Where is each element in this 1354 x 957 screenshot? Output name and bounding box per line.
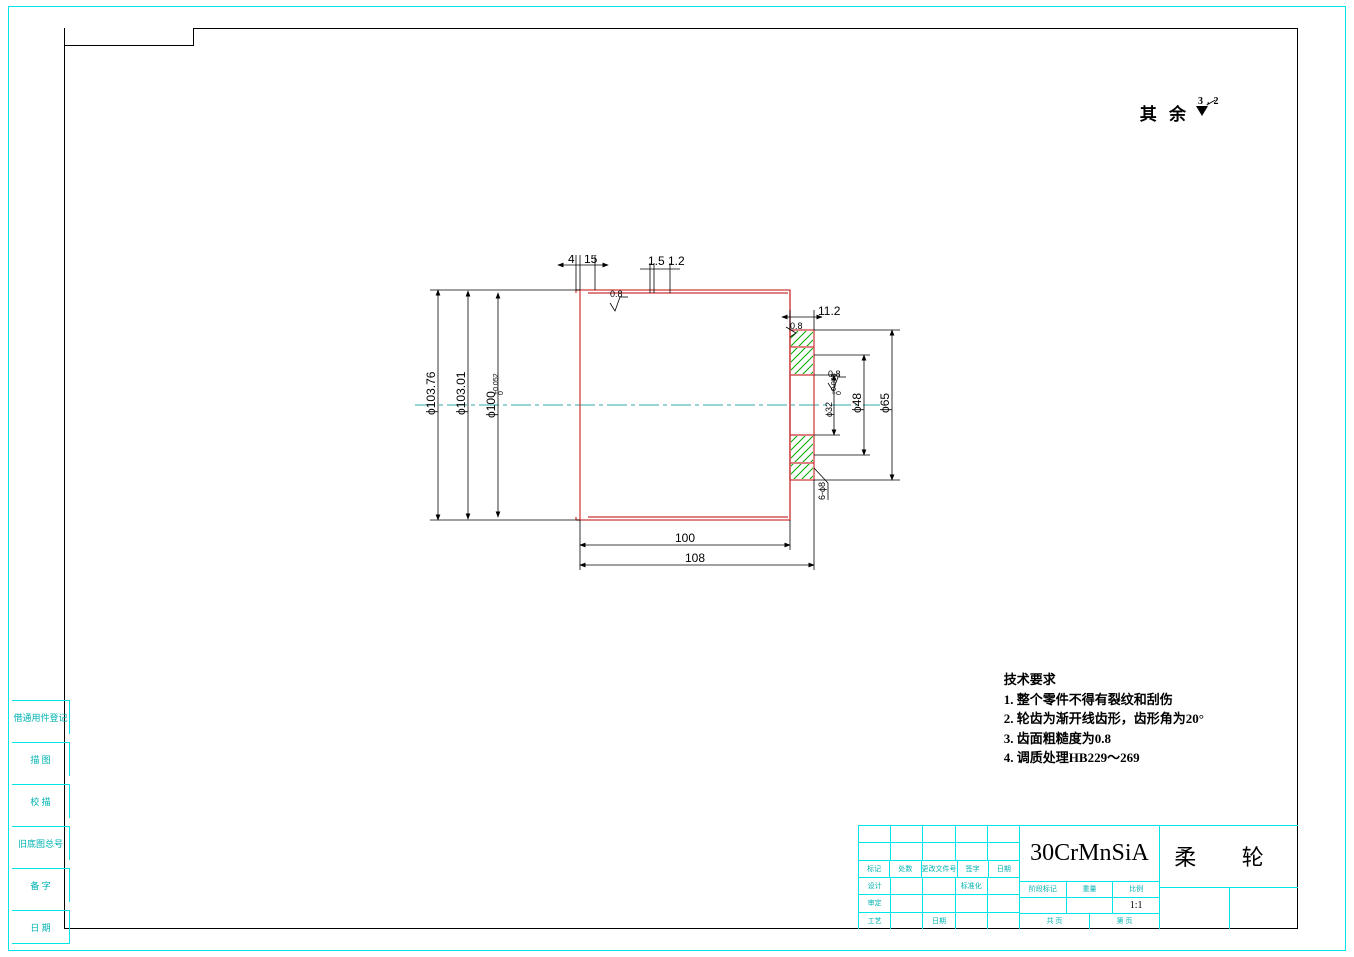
- tb-mid: 阶段标记: [1020, 882, 1067, 897]
- tb-cell: 更改文件号: [922, 861, 958, 877]
- rev-label: 描 图: [12, 742, 70, 776]
- surface-finish-note: 其 余 3.2: [1140, 100, 1214, 125]
- material: 30CrMnSiA: [1020, 826, 1159, 882]
- rev-label: 日 期: [12, 910, 70, 944]
- top-tab: [64, 28, 194, 46]
- scale-ratio: 1:1: [1113, 898, 1159, 913]
- dim: 15: [584, 255, 598, 266]
- tb-mid: 比例: [1113, 882, 1159, 897]
- tech-item: 2. 轮齿为渐开线齿形，齿形角为20°: [1004, 709, 1204, 729]
- tb-cell: 日期: [989, 861, 1019, 877]
- surf-val: 0.8: [610, 289, 623, 299]
- rev-label: 借通用件登记: [12, 700, 70, 734]
- tb-mid: 第 页: [1090, 914, 1159, 929]
- dim: 108: [685, 551, 705, 565]
- tb-cell: 工艺: [859, 913, 891, 929]
- tb-mid: 共 页: [1020, 914, 1090, 929]
- tol: 0: [836, 391, 843, 395]
- tech-item: 4. 调质处理HB229～269: [1004, 748, 1204, 768]
- tech-item: 3. 齿面粗糙度为0.8: [1004, 729, 1204, 749]
- surface-symbol-icon: 3.2: [1196, 104, 1214, 122]
- surf-val: 0.8: [790, 321, 803, 331]
- engineering-drawing: 4 15 1.5 1.2 11.2 0.8 0.8 0.8 ϕ103.76 ϕ1…: [370, 255, 930, 605]
- tb-cell: 设计: [859, 878, 891, 894]
- dim: 100: [675, 531, 695, 545]
- part-name: 柔 轮: [1160, 826, 1298, 888]
- tb-cell: 日期: [923, 913, 955, 929]
- revision-column: 借通用件登记 描 图 校 描 旧底图总号 备 字 日 期: [12, 700, 70, 944]
- title-block: 标记 处数 更改文件号 签字 日期 设计 标准化 审定 工艺 日期: [858, 825, 1298, 929]
- tol: 0: [498, 391, 505, 395]
- dim: 1.5: [648, 255, 665, 268]
- tb-mid: 重量: [1067, 882, 1114, 897]
- tb-cell: 标记: [859, 861, 890, 877]
- rev-label: 校 描: [12, 784, 70, 818]
- tb-cell: 处数: [890, 861, 921, 877]
- dim: ϕ65: [878, 393, 892, 413]
- rev-label: 旧底图总号: [12, 826, 70, 860]
- dim: 4: [568, 255, 575, 266]
- dim: 1.2: [668, 255, 685, 268]
- dim: ϕ48: [850, 393, 864, 413]
- surf-label: 其 余: [1140, 100, 1190, 125]
- dim: 11.2: [818, 304, 841, 318]
- dim: ϕ103.01: [454, 371, 468, 415]
- tech-requirements: 技术要求 1. 整个零件不得有裂纹和刮伤 2. 轮齿为渐开线齿形，齿形角为20°…: [1004, 670, 1204, 768]
- dim: 6-ϕ8: [817, 482, 827, 500]
- rev-label: 备 字: [12, 868, 70, 902]
- tb-cell: 标准化: [956, 878, 988, 894]
- dim: ϕ103.76: [424, 371, 438, 415]
- tb-cell: 签字: [958, 861, 989, 877]
- tech-item: 1. 整个零件不得有裂纹和刮伤: [1004, 690, 1204, 710]
- dim: ϕ32: [824, 402, 834, 417]
- tech-title: 技术要求: [1004, 670, 1204, 690]
- surface-mark-icon: [610, 297, 628, 311]
- tb-cell: 审定: [859, 895, 891, 911]
